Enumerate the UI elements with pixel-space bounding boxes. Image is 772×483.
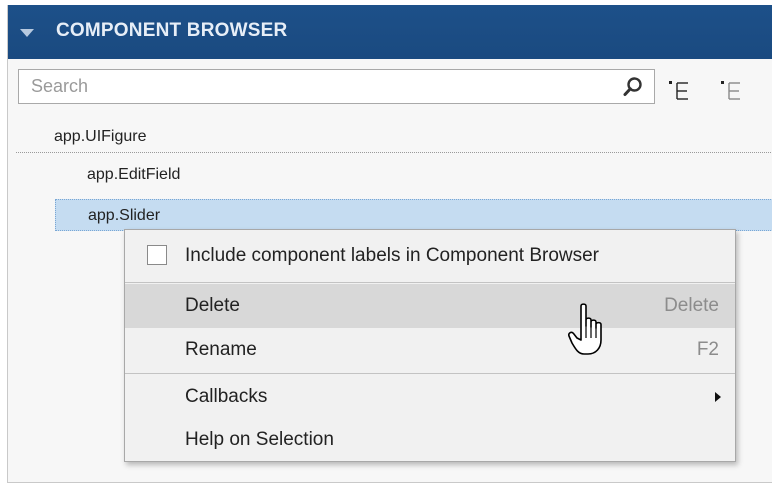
menu-item-label: Include component labels in Component Br… [185,245,600,266]
menu-item-label: Callbacks [185,386,268,407]
menu-item-label: Delete [185,295,240,316]
context-menu: Include component labels in Component Br… [124,229,736,462]
menu-separator [125,282,735,283]
menu-item-shortcut: Delete [664,295,719,316]
menu-item-callbacks[interactable]: Callbacks [125,375,735,419]
tree-item-slider[interactable]: app.Slider [55,199,772,231]
search-box[interactable] [18,69,655,104]
menu-item-rename[interactable]: Rename F2 [125,328,735,372]
panel-title: COMPONENT BROWSER [56,20,288,41]
submenu-arrow-icon [715,392,721,402]
menu-item-label: Rename [185,339,257,360]
hand-pointer-cursor-icon [568,303,602,355]
panel-header[interactable]: COMPONENT BROWSER [8,5,772,59]
menu-item-shortcut: F2 [696,339,719,360]
toolbar [8,59,772,115]
menu-item-label: Help on Selection [185,429,334,450]
menu-separator [125,373,735,374]
chevron-down-icon[interactable] [20,29,34,37]
menu-item-include-labels[interactable]: Include component labels in Component Br… [125,234,735,278]
menu-item-help-on-selection[interactable]: Help on Selection [125,418,735,462]
tree-item-uifigure[interactable]: app.UIFigure [16,121,772,153]
search-icon[interactable] [622,76,644,98]
include-labels-checkbox[interactable] [147,245,167,265]
menu-item-delete[interactable]: Delete Delete [125,284,735,328]
collapse-all-icon[interactable] [720,79,744,101]
expand-all-icon[interactable] [668,79,692,101]
tree-item-editfield[interactable]: app.EditField [53,159,772,191]
search-input[interactable] [19,70,609,103]
